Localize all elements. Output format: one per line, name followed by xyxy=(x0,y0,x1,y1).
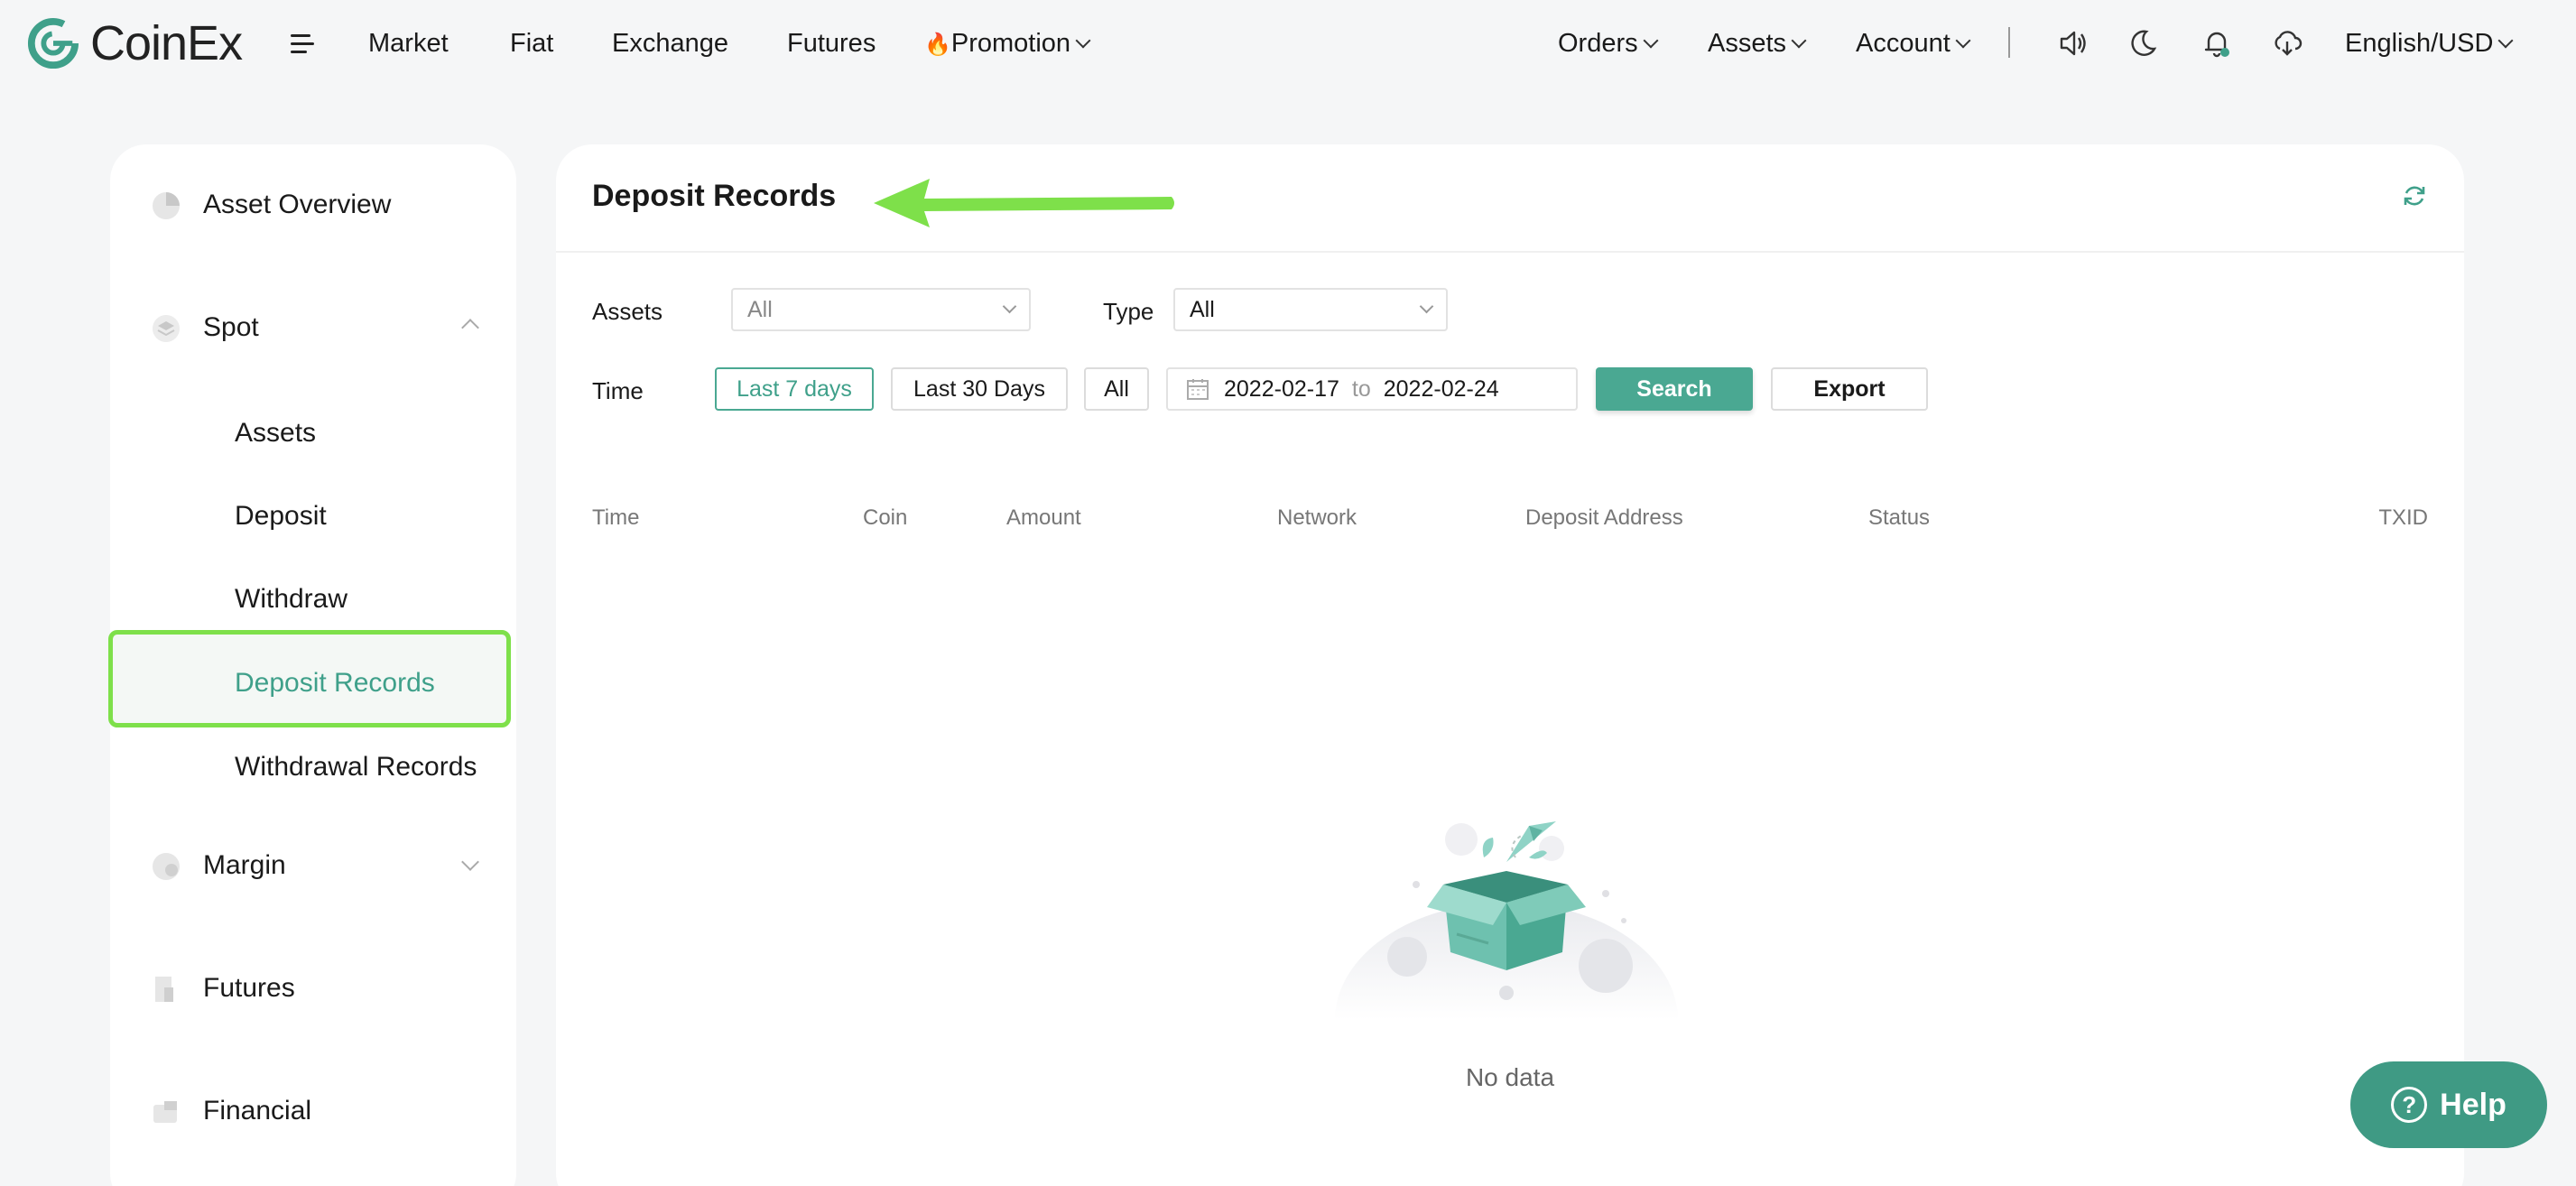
coinex-logo-icon xyxy=(27,17,79,69)
assets-filter-label: Assets xyxy=(592,298,663,325)
brand-name: CoinEx xyxy=(90,16,243,70)
nav-futures[interactable]: Futures xyxy=(787,29,876,59)
hamburger-icon[interactable] xyxy=(291,34,314,56)
column-header-time: Time xyxy=(592,505,640,530)
empty-state-text: No data xyxy=(1465,1063,1555,1091)
empty-box-illustration xyxy=(1335,821,1678,1020)
sidebar-subitem-withdrawal-records[interactable]: Withdrawal Records xyxy=(235,752,477,783)
locale-label: English/USD xyxy=(2345,29,2494,58)
chevron-down-icon xyxy=(1002,299,1017,313)
sidebar-item-label: Asset Overview xyxy=(203,190,392,219)
nav-exchange[interactable]: Exchange xyxy=(612,29,728,59)
sidebar-subitem-assets[interactable]: Assets xyxy=(235,418,316,449)
help-button[interactable]: ? Help xyxy=(2350,1061,2547,1148)
moon-icon[interactable] xyxy=(2127,27,2159,60)
sidebar-item-label: Spot xyxy=(203,312,259,342)
coinex-logo[interactable]: CoinEx xyxy=(27,14,243,72)
nav-assets-label: Assets xyxy=(1708,29,1787,58)
sidebar-item-financial[interactable]: Financial xyxy=(110,1096,516,1135)
type-filter-label: Type xyxy=(1103,298,1154,325)
type-select[interactable]: All xyxy=(1173,288,1448,331)
top-navigation: CoinEx Market Fiat Exchange Futures 🔥Pro… xyxy=(0,0,2576,90)
sidebar-item-label: Futures xyxy=(203,973,295,1003)
download-icon[interactable] xyxy=(2271,27,2303,60)
chevron-down-icon xyxy=(1955,32,1971,49)
futures-icon xyxy=(155,977,173,1002)
chevron-down-icon xyxy=(461,853,479,871)
date-from[interactable]: 2022-02-17 xyxy=(1224,376,1339,403)
sidebar-item-spot[interactable]: Spot xyxy=(110,312,516,352)
time-filter-label: Time xyxy=(592,377,644,404)
sidebar: Asset Overview Spot Assets Deposit Withd… xyxy=(108,144,516,1186)
layers-icon xyxy=(153,315,180,342)
chevron-down-icon xyxy=(1419,299,1434,313)
type-select-value: All xyxy=(1190,296,1215,322)
sidebar-item-margin[interactable]: Margin xyxy=(110,850,516,890)
column-header-deposit-address: Deposit Address xyxy=(1525,505,1683,530)
column-header-network: Network xyxy=(1277,505,1357,530)
column-header-coin: Coin xyxy=(863,505,908,530)
nav-promotion[interactable]: 🔥Promotion xyxy=(924,29,1091,59)
sidebar-subitem-withdraw[interactable]: Withdraw xyxy=(235,584,347,615)
nav-assets[interactable]: Assets xyxy=(1708,29,1807,59)
sidebar-subitem-deposit[interactable]: Deposit xyxy=(235,501,327,532)
nav-divider xyxy=(2008,27,2010,58)
date-to[interactable]: 2022-02-24 xyxy=(1384,376,1499,403)
column-header-txid: TXID xyxy=(2378,505,2428,530)
search-button[interactable]: Search xyxy=(1596,367,1753,411)
last-7-days-button[interactable]: Last 7 days xyxy=(715,367,874,411)
margin-icon xyxy=(153,853,180,880)
column-header-status: Status xyxy=(1868,505,1931,530)
bell-icon[interactable] xyxy=(2201,27,2233,60)
column-header-amount: Amount xyxy=(1006,505,1081,530)
chevron-down-icon xyxy=(2497,32,2514,49)
chevron-up-icon xyxy=(461,319,479,337)
sidebar-subitem-deposit-records[interactable]: Deposit Records xyxy=(235,668,435,699)
chevron-down-icon xyxy=(1075,32,1091,49)
calendar-icon xyxy=(1187,379,1209,400)
nav-account-label: Account xyxy=(1856,29,1951,58)
nav-market[interactable]: Market xyxy=(368,29,449,59)
date-range-picker[interactable]: 2022-02-17 to 2022-02-24 xyxy=(1166,367,1578,411)
help-label: Help xyxy=(2440,1087,2507,1122)
pie-chart-icon xyxy=(153,192,180,219)
nav-orders-label: Orders xyxy=(1558,29,1638,58)
header-divider xyxy=(556,251,2464,253)
export-button[interactable]: Export xyxy=(1771,367,1928,411)
fire-icon: 🔥 xyxy=(924,32,951,57)
assets-select-value: All xyxy=(747,296,773,322)
sidebar-item-futures[interactable]: Futures xyxy=(110,973,516,1013)
refresh-icon[interactable] xyxy=(2401,182,2428,209)
sidebar-item-label: Financial xyxy=(203,1096,312,1126)
nav-orders[interactable]: Orders xyxy=(1558,29,1659,59)
last-30-days-button[interactable]: Last 30 Days xyxy=(891,367,1068,411)
speaker-icon[interactable] xyxy=(2056,27,2089,60)
all-time-button[interactable]: All xyxy=(1084,367,1149,411)
chevron-down-icon xyxy=(1643,32,1659,49)
nav-fiat[interactable]: Fiat xyxy=(510,29,553,59)
chevron-down-icon xyxy=(1791,32,1807,49)
date-to-separator: to xyxy=(1351,375,1371,402)
question-icon: ? xyxy=(2391,1087,2428,1123)
sidebar-item-asset-overview[interactable]: Asset Overview xyxy=(110,190,516,229)
page-title: Deposit Records xyxy=(592,179,837,213)
deposit-records-panel: Deposit Records Assets All Type All Time… xyxy=(556,144,2464,1186)
nav-promotion-label: Promotion xyxy=(950,29,1071,58)
financial-icon xyxy=(153,1101,177,1123)
annotation-arrow-icon xyxy=(874,179,1174,227)
locale-selector[interactable]: English/USD xyxy=(2345,29,2514,59)
assets-select[interactable]: All xyxy=(731,288,1031,331)
sidebar-item-label: Margin xyxy=(203,850,286,880)
nav-account[interactable]: Account xyxy=(1856,29,1971,59)
